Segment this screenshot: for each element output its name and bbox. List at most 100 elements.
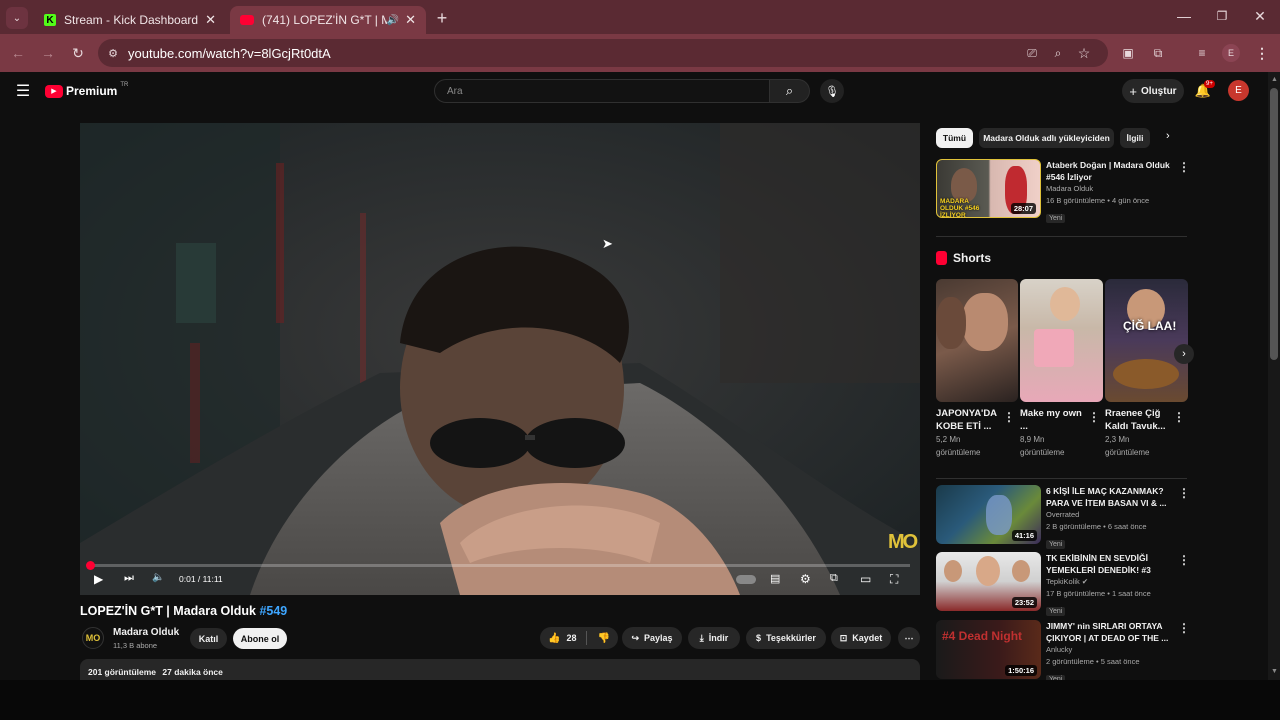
account-avatar[interactable]: E [1228, 80, 1249, 101]
recommendation-title[interactable]: Ataberk Doğan | Madara Olduk #546 İzliyo… [1046, 159, 1170, 183]
short-views: 2,3 Mn [1105, 435, 1130, 444]
subtitles-icon[interactable]: ▤ [770, 572, 780, 585]
recommendation-thumbnail[interactable]: #4 Dead Night 1:50:16 [936, 620, 1041, 679]
short-thumbnail-2[interactable] [1020, 279, 1103, 402]
recommendation-info[interactable]: Ataberk Doğan | Madara Olduk #546 İzliyo… [1046, 159, 1170, 225]
site-info-icon[interactable]: ⚙ [98, 47, 128, 60]
recommendation-channel[interactable]: Overrated [1046, 509, 1170, 521]
create-button[interactable]: + Oluştur [1122, 79, 1184, 103]
recommendation-channel[interactable]: Anlucky [1046, 644, 1170, 656]
upload-age: 27 dakika önce [162, 667, 223, 677]
short-title[interactable]: Rraenee Çiğ Kaldı Tavuk... [1105, 407, 1171, 433]
hamburger-menu-icon[interactable]: ☰ [12, 80, 34, 102]
address-bar[interactable]: ⚙ youtube.com/watch?v=8lGcjRt0dtA [98, 39, 1108, 67]
short-thumbnail-1[interactable] [936, 279, 1018, 402]
channel-avatar[interactable]: MO [82, 627, 104, 649]
short-title[interactable]: Make my own ... [1020, 407, 1086, 433]
like-count[interactable]: 28 [566, 633, 576, 643]
autoplay-toggle[interactable] [736, 575, 756, 584]
more-vert-icon[interactable]: ⋮ [1178, 621, 1190, 635]
recommendation-channel[interactable]: TepkiKolik ✔ [1046, 576, 1170, 588]
close-window-button[interactable]: ✕ [1248, 6, 1272, 26]
recommendation-thumbnail[interactable]: 41:16 [936, 485, 1041, 544]
youtube-premium-logo[interactable]: ▶ Premium TR [45, 82, 128, 100]
short-title[interactable]: JAPONYA'DA KOBE ETİ ... [936, 407, 1002, 433]
new-tab-button[interactable]: + [432, 8, 452, 28]
tab-search-button[interactable]: ⌄ [6, 7, 28, 29]
theater-mode-icon[interactable]: ▭ [860, 572, 871, 586]
more-vert-icon[interactable]: ⋮ [1003, 410, 1015, 424]
more-vert-icon[interactable]: ⋮ [1173, 410, 1185, 424]
search-button[interactable]: ⌕ [770, 79, 810, 103]
back-arrow-icon[interactable]: ← [8, 43, 28, 63]
subscribe-button[interactable]: Abone ol [233, 628, 287, 649]
scrollbar-up-arrow[interactable]: ▲ [1271, 76, 1278, 83]
bookmark-star-icon[interactable]: ☆ [1074, 43, 1094, 63]
scrollbar-down-arrow[interactable]: ▼ [1271, 668, 1278, 675]
chip-from-uploader[interactable]: Madara Olduk adlı yükleyiciden [979, 128, 1114, 148]
more-actions-button[interactable]: ⋯ [898, 627, 920, 649]
media-controls-icon[interactable]: ≡ [1192, 43, 1212, 63]
zoom-icon[interactable]: ⌕ [1048, 43, 1068, 63]
browser-menu-icon[interactable]: ⋮ [1252, 43, 1272, 63]
minimize-button[interactable]: — [1172, 6, 1196, 26]
hashtag-link[interactable]: #549 [259, 604, 287, 618]
short-info-1[interactable]: JAPONYA'DA KOBE ETİ ... 5,2 Mn görüntüle… [936, 407, 1002, 459]
profile-avatar[interactable]: E [1222, 44, 1240, 62]
microphone-icon[interactable]: 🎙 [820, 79, 844, 103]
like-icon[interactable]: 👍 [548, 633, 560, 644]
close-tab-icon[interactable]: ✕ [205, 12, 216, 28]
recommendation-title[interactable]: JIMMY' nin SIRLARI ORTAYA ÇIKIYOR | AT D… [1046, 620, 1170, 644]
extension-icon[interactable]: ▣ [1118, 43, 1138, 63]
recommendation-title[interactable]: TK EKİBİNİN EN SEVDİĞİ YEMEKLERİ DENEDİK… [1046, 552, 1170, 576]
video-player[interactable]: ➤ MO ▶ ⏭ 🔈 0:01 / 11:11 ▤ ⚙ ⧉ ▭ ⛶ [80, 123, 920, 595]
chip-related[interactable]: İlgili [1120, 128, 1150, 148]
play-icon[interactable]: ▶ [94, 572, 103, 586]
channel-watermark[interactable]: MO [888, 531, 918, 554]
description-box[interactable]: 201 görüntüleme 27 dakika önce [80, 659, 920, 680]
settings-gear-icon[interactable]: ⚙ [800, 572, 811, 586]
more-vert-icon[interactable]: ⋮ [1088, 410, 1100, 424]
more-vert-icon[interactable]: ⋮ [1178, 553, 1190, 567]
recommendation-title[interactable]: 6 KİŞİ İLE MAÇ KAZANMAK? PARA VE İTEM BA… [1046, 485, 1170, 509]
recommendation-info[interactable]: JIMMY' nin SIRLARI ORTAYA ÇIKIYOR | AT D… [1046, 620, 1170, 686]
recommendation-thumbnail[interactable]: MADARA OLDUK #546 İZLİYOR 28:07 [936, 159, 1041, 218]
save-button[interactable]: ⊡ Kaydet [831, 627, 891, 649]
tab-youtube-video[interactable]: (741) LOPEZ'İN G*T | Madar 🔊 ✕ [230, 6, 426, 34]
forward-arrow-icon[interactable]: → [38, 43, 58, 63]
maximize-button[interactable]: ❐ [1210, 6, 1234, 26]
scrollbar-thumb[interactable] [1270, 88, 1278, 360]
close-tab-icon[interactable]: ✕ [405, 12, 416, 28]
download-button[interactable]: ⤓ İndir [688, 627, 740, 649]
page-scrollbar[interactable]: ▲ ▼ [1268, 72, 1280, 680]
next-icon[interactable]: ⏭ [124, 572, 134, 585]
share-button[interactable]: ↪ Paylaş [622, 627, 682, 649]
miniplayer-icon[interactable]: ⧉ [830, 572, 838, 585]
reload-icon[interactable]: ↻ [68, 43, 88, 63]
channel-name[interactable]: Madara Olduk [113, 627, 179, 638]
short-info-3[interactable]: Rraenee Çiğ Kaldı Tavuk... 2,3 Mn görünt… [1105, 407, 1171, 459]
tab-kick-dashboard[interactable]: K Stream - Kick Dashboard ✕ [34, 6, 226, 34]
recommendation-channel[interactable]: Madara Olduk [1046, 183, 1170, 195]
audio-playing-icon[interactable]: 🔊 [387, 15, 399, 26]
more-vert-icon[interactable]: ⋮ [1178, 160, 1190, 174]
chevron-right-icon[interactable]: › [1166, 130, 1170, 142]
dislike-icon[interactable]: 👎 [597, 633, 609, 644]
join-button[interactable]: Katıl [190, 628, 227, 649]
fullscreen-icon[interactable]: ⛶ [890, 572, 898, 587]
progress-bar[interactable] [86, 561, 910, 570]
extensions-puzzle-icon[interactable]: ⧉ [1148, 43, 1168, 63]
more-vert-icon[interactable]: ⋮ [1178, 486, 1190, 500]
short-thumbnail-3[interactable]: ÇİĞ LAA! [1105, 279, 1188, 402]
cast-icon[interactable]: ⎚ [1022, 43, 1042, 63]
new-badge: Yeni [1046, 214, 1066, 223]
search-input[interactable]: Ara [434, 79, 770, 103]
recommendation-info[interactable]: TK EKİBİNİN EN SEVDİĞİ YEMEKLERİ DENEDİK… [1046, 552, 1170, 618]
thanks-button[interactable]: $ Teşekkürler [746, 627, 826, 649]
recommendation-thumbnail[interactable]: 23:52 [936, 552, 1041, 611]
recommendation-info[interactable]: 6 KİŞİ İLE MAÇ KAZANMAK? PARA VE İTEM BA… [1046, 485, 1170, 551]
shorts-next-button[interactable]: › [1174, 344, 1194, 364]
chip-all[interactable]: Tümü [936, 128, 973, 148]
short-info-2[interactable]: Make my own ... 8,9 Mn görüntüleme [1020, 407, 1086, 459]
volume-icon[interactable]: 🔈 [152, 572, 164, 583]
